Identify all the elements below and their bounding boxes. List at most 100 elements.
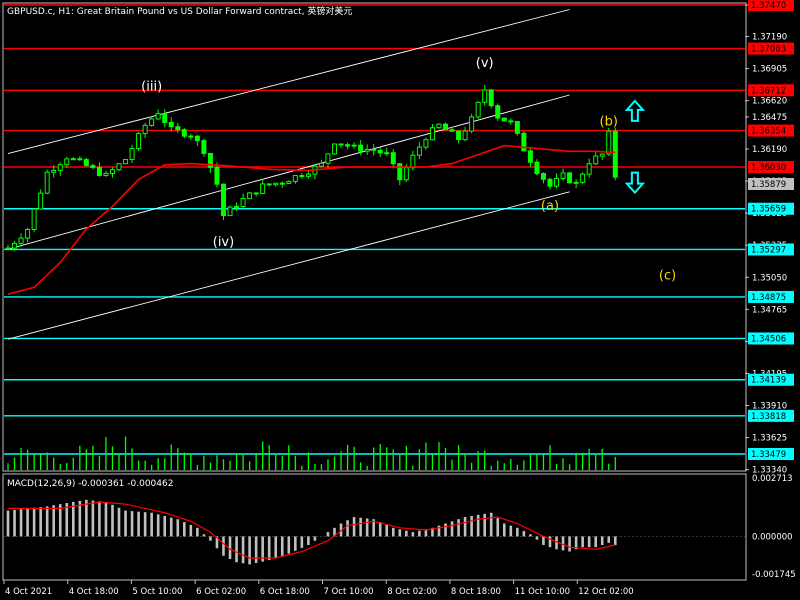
support-price-tag: 1.34875 [751,293,786,303]
candle-body-bear [358,144,364,152]
candle-body-bull [384,152,390,155]
candle-body-bull [136,133,142,149]
candle-body-bull [234,205,240,208]
candle-body-bear [220,183,226,217]
candle-body-bear [181,129,187,137]
candle-body-bull [31,208,37,230]
candle-body-bear [201,140,207,154]
resistance-price-tag: 1.37083 [751,45,786,55]
candle-body-bear [299,175,305,178]
support-price-tag: 1.34139 [751,376,786,386]
candle-body-bear [547,178,553,187]
candle-body-bull [12,242,18,249]
candle-body-bull [18,237,24,244]
support-price-tag: 1.35659 [751,205,786,215]
candle-body-bull [416,146,422,156]
candle-body-bear [508,120,514,123]
candle-body-bull [332,143,337,155]
candle-body-bear [488,89,494,107]
candle-body-bear [377,149,383,154]
candle-body-bear [534,161,540,175]
candle-body-bull [606,130,612,155]
candle-body-bear [188,135,194,138]
resistance-price-tag: 1.36712 [751,86,786,96]
candle-body-bear [540,173,546,180]
candle-body-bull [260,183,266,194]
candle-body-bull [469,116,475,132]
candle-body-bull [25,228,31,239]
price-tick-label: 1.37190 [752,33,787,43]
time-tick-label: 6 Oct 18:00 [260,587,310,597]
support-price-tag: 1.33479 [751,450,786,460]
price-tick-label: 1.35050 [752,273,787,283]
candle-body-bear [175,126,181,131]
candle-body-bull [436,123,442,129]
candle-body-bull [109,169,115,174]
candle-body-bear [371,148,377,151]
macd-axis-label: -0.001745 [752,570,796,580]
trading-chart: (iii) (iv) (v) (a) (b) (c) 1.37470 1.37190 1.36… [0,0,800,600]
candle-body-bear [449,129,455,132]
candle-body-bear [83,159,89,167]
time-tick-label: 12 Oct 02:00 [578,587,633,597]
price-tick-label: 1.36475 [752,113,787,123]
resistance-price-tag: 1.36354 [751,127,786,137]
candle-body-bull [103,172,109,176]
wave-label: (b) [600,114,618,129]
candle-body-bull [155,113,161,120]
candle-body-bull [240,198,246,207]
support-price-tag: 1.33818 [751,412,786,422]
candle-body-bear [390,152,396,165]
support-price-tag: 1.34506 [751,334,786,344]
candle-body-bull [599,153,605,157]
candle-body-bear [5,247,11,250]
candle-body-bull [573,181,579,184]
candle-body-bear [90,165,96,168]
wave-label: (iv) [213,235,234,250]
candle-body-bull [292,175,298,182]
candle-body-bull [560,172,566,179]
resistance-price-tag: 1.36030 [751,163,786,173]
wave-label: (a) [541,199,559,214]
candle-body-bull [57,164,63,171]
candle-body-bear [397,163,403,181]
candle-body-bull [142,124,148,135]
time-tick-label: 8 Oct 18:00 [451,587,501,597]
macd-label: MACD(12,26,9) -0.000361 -0.000462 [7,479,173,489]
price-tick-label: 1.36905 [752,65,787,75]
candle-body-bull [247,192,253,200]
candle-body-bull [586,163,592,175]
candle-body-bear [495,105,501,119]
resistance-price-tag: 1.37470 [751,1,786,11]
candle-body-bull [51,169,57,173]
time-tick-label: 7 Oct 10:00 [324,587,374,597]
candle-body-bull [116,163,122,171]
price-tick-label: 1.36620 [752,97,787,107]
candle-body-bull [286,180,292,184]
candle-body-bear [527,150,533,163]
candle-body-bull [403,167,409,181]
candle-body-bear [194,135,200,142]
candle-body-bull [129,147,135,160]
candle-body-bull [593,155,599,165]
candle-body-bull [64,158,70,166]
candle-body-bull [227,206,233,217]
candle-body-bull [325,153,331,164]
candle-body-bear [168,121,174,128]
candle-body-bull [44,171,50,194]
candle-body-bear [162,113,168,123]
time-tick-label: 8 Oct 02:00 [387,587,437,597]
price-tick-label: 1.34765 [752,305,787,315]
price-tick-label: 1.36190 [752,145,787,155]
candle-body-bear [266,183,272,186]
time-tick-label: 4 Oct 18:00 [69,587,119,597]
candle-body-bear [567,172,573,184]
candle-body-bull [554,177,560,187]
candle-body-bull [580,173,586,183]
candle-body-bull [273,182,279,186]
macd-axis-label: 0.002713 [752,474,793,484]
candle-body-bull [482,89,488,103]
current-price-tag: 1.35879 [751,180,786,190]
time-tick-label: 11 Oct 10:00 [515,587,570,597]
candle-body-bear [338,143,344,146]
